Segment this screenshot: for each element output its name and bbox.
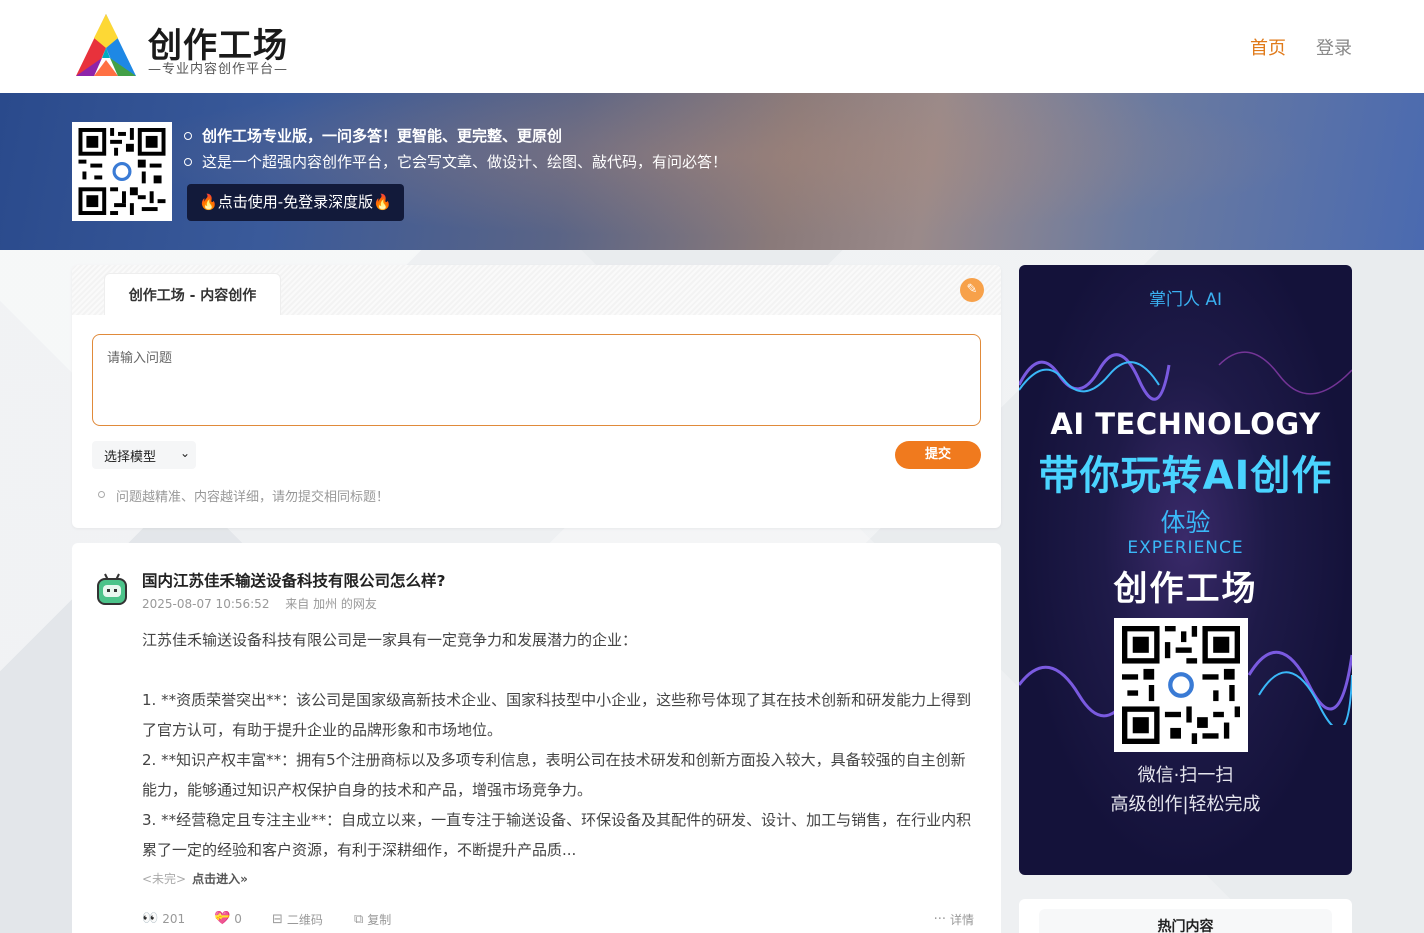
qrcode-small-icon: ⊟ bbox=[272, 912, 283, 927]
pencil-icon[interactable]: ✎ bbox=[960, 278, 984, 302]
robot-avatar-icon bbox=[97, 573, 127, 605]
nav-home-link[interactable]: 首页 bbox=[1250, 34, 1286, 60]
heart-icon: 💝 bbox=[214, 911, 231, 926]
ad-top-label: 掌门人 AI bbox=[1148, 290, 1223, 310]
article-point-3: 3. **经营稳定且专注主业**：自成立以来，一直专注于输送设备、环保设备及其配… bbox=[142, 811, 972, 859]
article-source: 来自 加州 的网友 bbox=[285, 597, 377, 611]
unfinished-label: <未完> bbox=[142, 872, 187, 886]
article-card: 国内江苏佳禾输送设备科技有限公司怎么样? 2025-08-07 10:56:52… bbox=[72, 543, 1001, 933]
article-point-1: 1. **资质荣誉突出**：该公司是国家级高新技术企业、国家科技型中小企业，这些… bbox=[142, 691, 972, 739]
hot-title: 热门内容 bbox=[1157, 919, 1214, 933]
banner-feature-1: 创作工场专业版，一问多答！更智能、更完整、更原创 bbox=[182, 123, 727, 149]
qr-code-icon bbox=[1122, 626, 1240, 744]
article-intro: 江苏佳禾输送设备科技有限公司是一家具有一定竞争力和发展潜力的企业： bbox=[142, 631, 638, 649]
like-button[interactable]: 💝 0 bbox=[214, 911, 242, 926]
ad-brand: 创作工场 bbox=[1113, 569, 1258, 609]
qrcode-button[interactable]: ⊟ 二维码 bbox=[272, 911, 323, 928]
wave-decoration-icon bbox=[1019, 351, 1352, 401]
composer-header: 创作工场 - 内容创作 ✎ bbox=[72, 265, 1001, 315]
copy-icon: ⧉ bbox=[354, 912, 364, 927]
submit-button[interactable]: 提交 bbox=[895, 441, 981, 469]
ad-scan-text: 微信·扫一扫 bbox=[1137, 765, 1234, 786]
hot-content-card: 热门内容 bbox=[1019, 899, 1352, 933]
likes-count: 0 bbox=[234, 911, 242, 926]
enter-link[interactable]: 点击进入» bbox=[192, 872, 248, 886]
ad-headline: AI TECHNOLOGY bbox=[1050, 407, 1321, 441]
views-counter: 👀 201 bbox=[142, 911, 185, 926]
article-date: 2025-08-07 10:56:52 bbox=[142, 597, 270, 611]
read-more-row: <未完> 点击进入» bbox=[142, 870, 248, 887]
article-point-2: 2. **知识产权丰富**：拥有5个注册商标以及多项专利信息，表明公司在技术研发… bbox=[142, 751, 966, 799]
banner-feature-2: 这是一个超强内容创作平台，它会写文章、做设计、绘图、敲代码，有问必答！ bbox=[182, 149, 727, 175]
eyes-icon: 👀 bbox=[142, 911, 159, 926]
content-composer: 创作工场 - 内容创作 ✎ 选择模型 ⌄ 提交 问题越精准、内容越详细，请勿提交… bbox=[72, 265, 1001, 528]
copy-label: 复制 bbox=[367, 913, 392, 927]
question-input[interactable] bbox=[92, 334, 981, 426]
copy-button[interactable]: ⧉ 复制 bbox=[354, 911, 391, 928]
article-body: 江苏佳禾输送设备科技有限公司是一家具有一定竞争力和发展潜力的企业： 1. **资… bbox=[142, 625, 974, 865]
detail-label: 详情 bbox=[949, 913, 974, 927]
qr-code-icon bbox=[78, 128, 166, 215]
tab-content-creation[interactable]: 创作工场 - 内容创作 bbox=[104, 273, 281, 315]
chevron-down-icon: ⌄ bbox=[179, 446, 190, 460]
article-title[interactable]: 国内江苏佳禾输送设备科技有限公司怎么样? bbox=[142, 569, 446, 591]
model-select-value: 选择模型 bbox=[104, 449, 157, 465]
banner-feature-list: 创作工场专业版，一问多答！更智能、更完整、更原创 这是一个超强内容创作平台，它会… bbox=[182, 123, 727, 175]
try-free-button[interactable]: 🔥点击使用-免登录深度版🔥 bbox=[187, 184, 404, 221]
site-header: 创作工场 —专业内容创作平台— 首页 登录 bbox=[0, 0, 1424, 93]
ad-experience: 体验 bbox=[1160, 508, 1211, 537]
article-meta: 2025-08-07 10:56:52 来自 加州 的网友 bbox=[142, 595, 377, 612]
article-actions: 👀 201 💝 0 ⊟ 二维码 ⧉ 复制 ··· 详情 bbox=[142, 911, 974, 931]
promo-banner: 创作工场专业版，一问多答！更智能、更完整、更原创 这是一个超强内容创作平台，它会… bbox=[0, 93, 1424, 250]
dots-icon: ··· bbox=[933, 912, 946, 927]
nav-login-link[interactable]: 登录 bbox=[1316, 34, 1352, 60]
model-select[interactable]: 选择模型 ⌄ bbox=[92, 441, 196, 469]
flame-icon: 🔥 bbox=[373, 193, 392, 211]
ad-qr-code bbox=[1114, 618, 1248, 752]
logo-subtitle: —专业内容创作平台— bbox=[148, 62, 289, 77]
ad-subheadline: 带你玩转AI创作 bbox=[1038, 453, 1333, 499]
banner-qr-code bbox=[72, 122, 172, 221]
views-count: 201 bbox=[162, 911, 186, 926]
qrcode-label: 二维码 bbox=[286, 913, 323, 927]
ad-banner[interactable]: 掌门人 AI AI TECHNOLOGY 带你玩转AI创作 体验 EXPERIE… bbox=[1019, 265, 1352, 875]
ad-slogan: 高级创作|轻松完成 bbox=[1110, 794, 1261, 815]
main-nav: 首页 登录 bbox=[1250, 34, 1352, 60]
composer-hint: 问题越精准、内容越详细，请勿提交相同标题！ bbox=[98, 486, 389, 505]
try-free-button-label: 点击使用-免登录深度版 bbox=[217, 193, 374, 211]
detail-link[interactable]: ··· 详情 bbox=[934, 911, 974, 928]
site-logo[interactable]: 创作工场 —专业内容创作平台— bbox=[72, 14, 312, 78]
flame-icon: 🔥 bbox=[199, 193, 218, 211]
logo-a-icon bbox=[76, 14, 136, 76]
ad-experience-en: EXPERIENCE bbox=[1127, 538, 1244, 558]
